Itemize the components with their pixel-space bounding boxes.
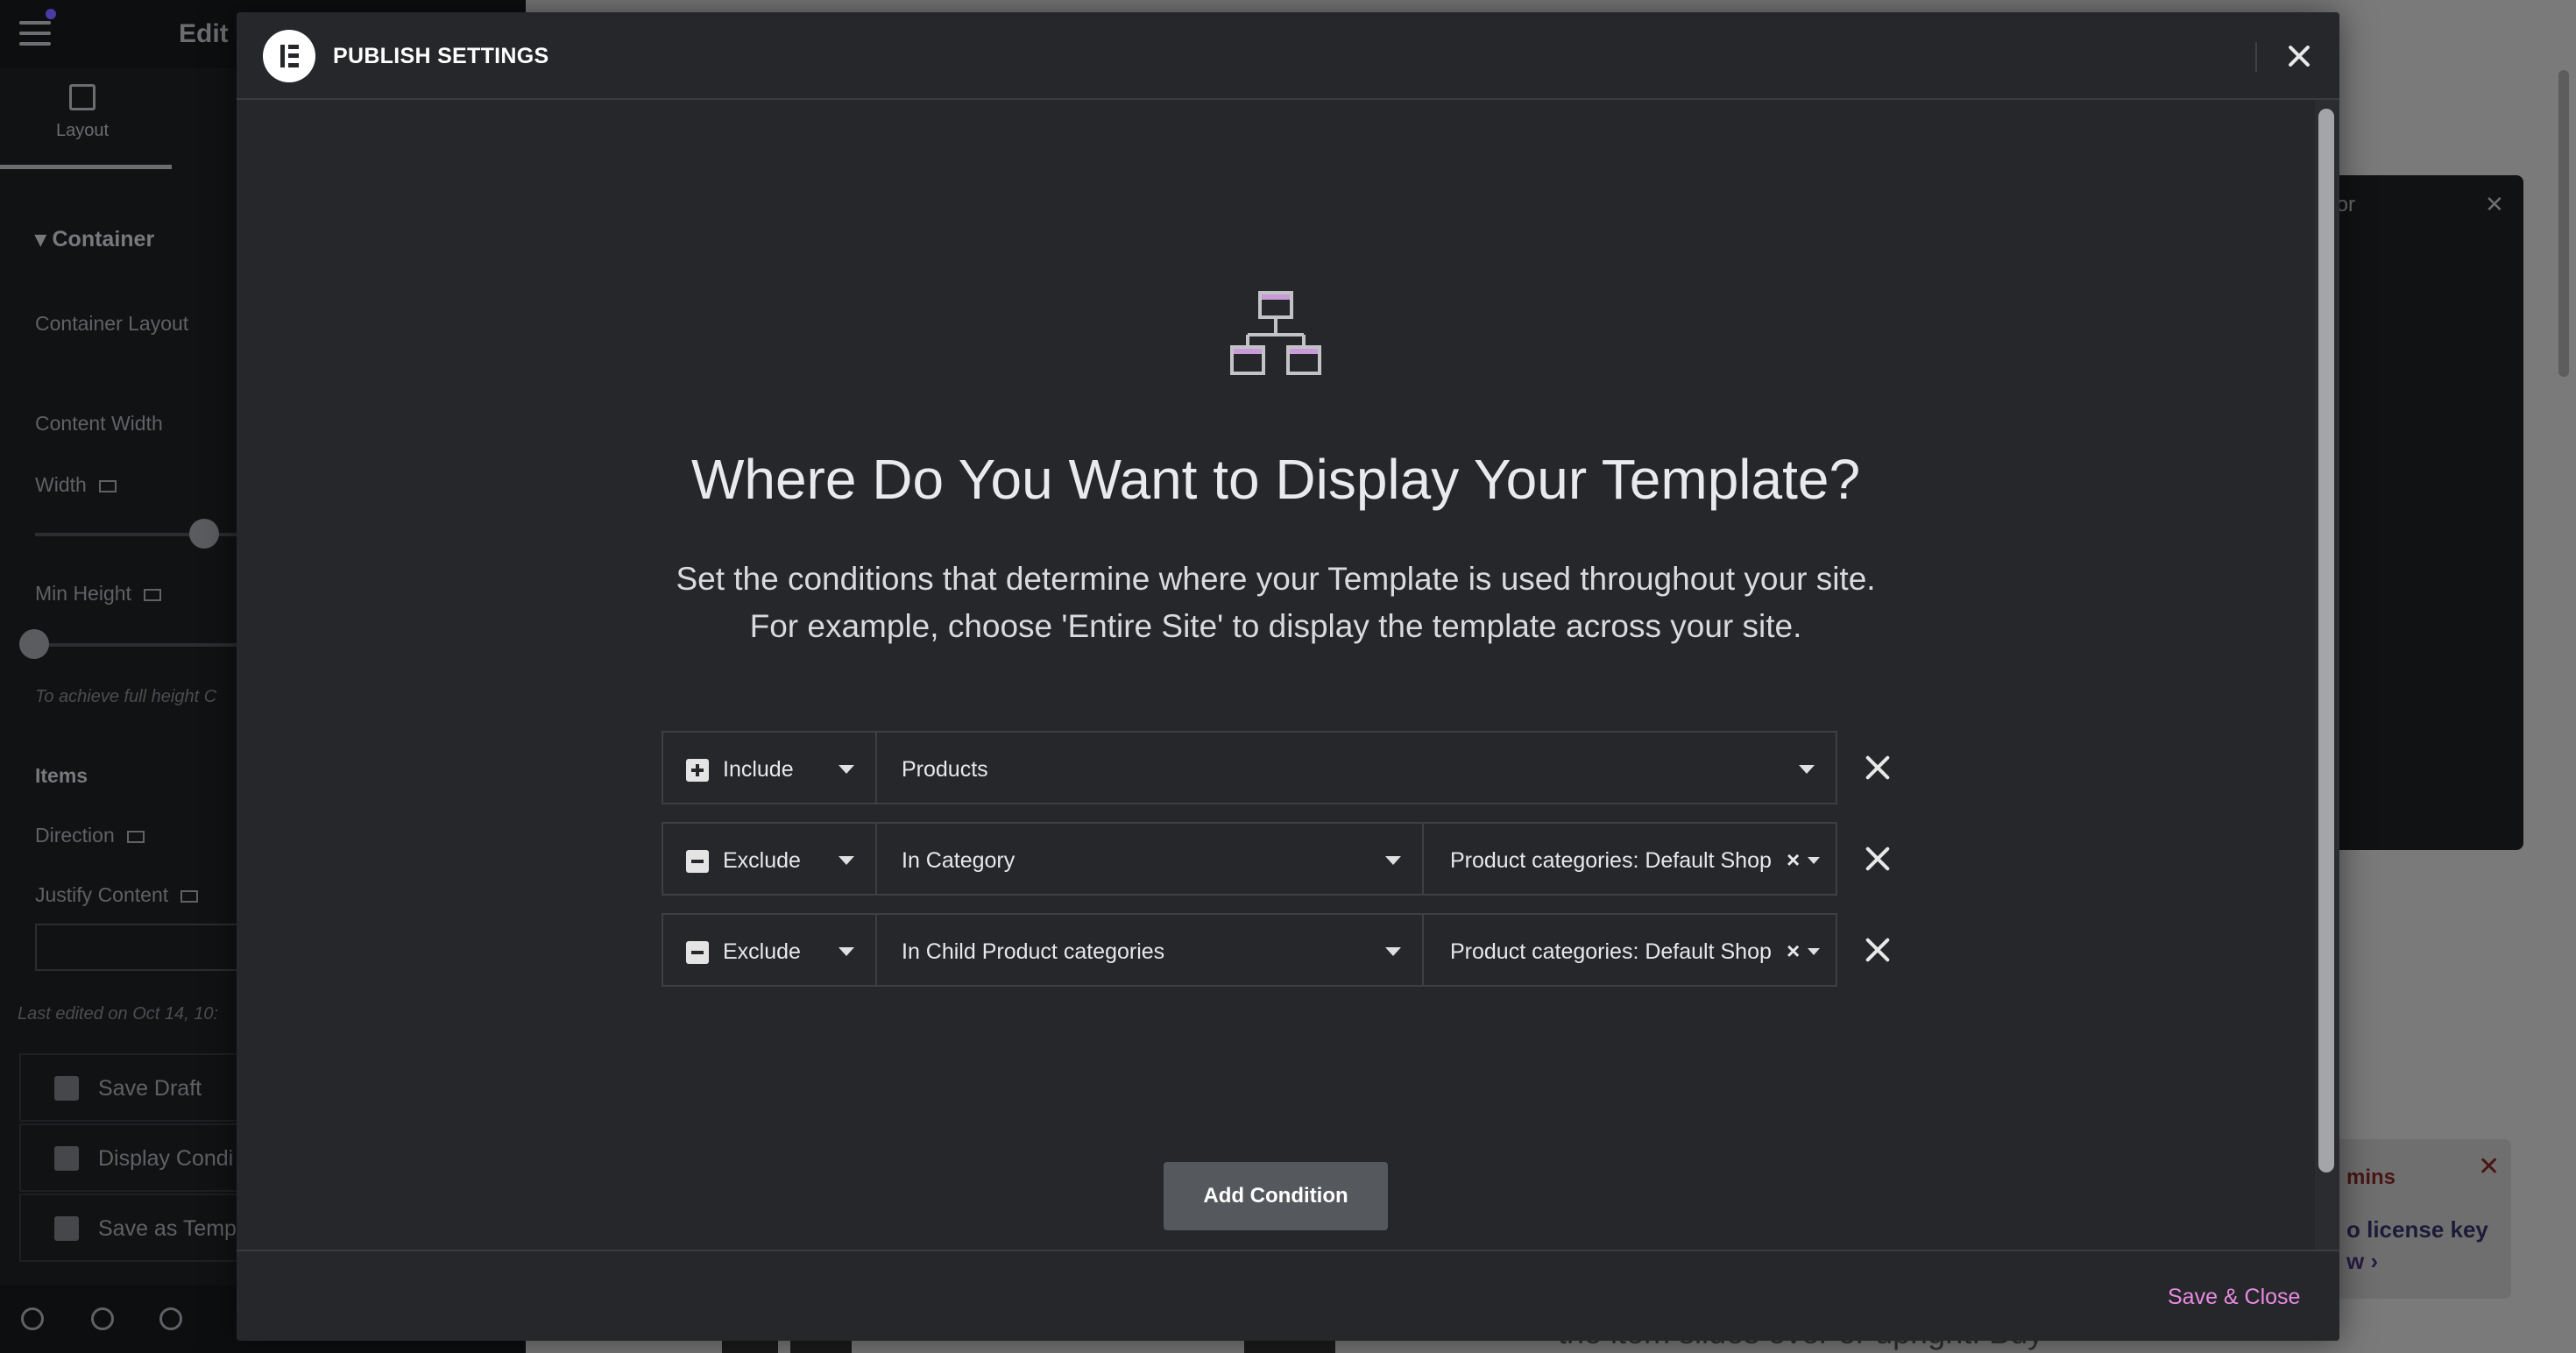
navigator-close-icon[interactable]: ✕ (2485, 191, 2504, 218)
active-tab-indicator (0, 165, 172, 169)
condition-type-select[interactable]: Exclude (662, 822, 877, 896)
subtitle-line-2: For example, choose 'Entire Site' to dis… (749, 608, 1802, 644)
plus-square-icon (686, 759, 709, 782)
display-conditions-button[interactable]: Display Condi (19, 1123, 247, 1192)
remove-condition-button[interactable] (1858, 748, 1897, 787)
page-scrollbar[interactable] (2558, 70, 2569, 377)
save-icon (54, 1076, 79, 1101)
publish-settings-modal: PUBLISH SETTINGS Where Do You Want to Di… (237, 12, 2339, 1341)
condition-sub-select[interactable]: Product categories: Default Shop × (1422, 822, 1837, 896)
tab-layout[interactable]: Layout (56, 84, 109, 141)
condition-rule-select[interactable]: In Category (875, 822, 1424, 896)
condition-sub-value: Product categories: Default Shop (1450, 939, 1772, 964)
modal-header-title: PUBLISH SETTINGS (333, 44, 549, 68)
license-notice: mins ✕ o license key w › (2331, 1139, 2511, 1299)
condition-type-select[interactable]: Exclude (662, 913, 877, 987)
min-height-label: Min Height (35, 582, 161, 606)
notice-close-icon[interactable]: ✕ (2478, 1151, 2500, 1182)
add-condition-button[interactable]: Add Condition (1164, 1162, 1388, 1230)
width-label: Width (35, 473, 117, 497)
section-heading-container[interactable]: ▾ Container (35, 226, 154, 252)
chevron-down-icon (1385, 856, 1401, 865)
desktop-icon (180, 889, 199, 903)
layers-icon[interactable] (91, 1307, 114, 1330)
condition-type-value: Exclude (723, 939, 801, 964)
layout-icon (69, 84, 96, 110)
full-height-hint: To achieve full height C (35, 687, 217, 706)
history-icon[interactable] (159, 1307, 182, 1330)
direction-label: Direction (35, 824, 145, 847)
container-layout-label: Container Layout (35, 312, 189, 335)
condition-type-value: Exclude (723, 848, 801, 873)
display-conditions-label: Display Condi (98, 1146, 234, 1171)
min-height-slider-track[interactable] (35, 643, 238, 647)
canvas-block (722, 1341, 778, 1353)
modal-body: Where Do You Want to Display Your Templa… (237, 100, 2315, 1262)
canvas-block (790, 1341, 852, 1353)
modal-header: PUBLISH SETTINGS (237, 12, 2339, 100)
chevron-down-icon (1808, 857, 1820, 864)
min-height-slider-handle[interactable] (19, 629, 49, 659)
chevron-down-icon (839, 856, 854, 865)
condition-rule-value: In Child Product categories (902, 939, 1165, 964)
minus-square-icon (686, 850, 709, 873)
condition-rule-select[interactable]: In Child Product categories (875, 913, 1424, 987)
clear-selection-icon[interactable]: × (1787, 847, 1800, 874)
chevron-down-icon (839, 765, 854, 774)
folder-icon (54, 1216, 79, 1241)
header-divider (2255, 42, 2257, 72)
save-as-template-label: Save as Temp (98, 1216, 237, 1241)
remove-condition-button[interactable] (1858, 931, 1897, 969)
elementor-logo-icon (263, 30, 315, 82)
chevron-down-icon (839, 947, 854, 956)
remove-condition-button[interactable] (1858, 839, 1897, 878)
minus-square-icon (686, 941, 709, 964)
chevron-down-icon (1808, 948, 1820, 955)
width-slider-handle[interactable] (189, 519, 219, 549)
condition-type-select[interactable]: Include (662, 731, 877, 804)
tab-layout-label: Layout (56, 121, 110, 140)
save-and-close-button[interactable]: Save & Close (2168, 1285, 2300, 1310)
modal-title: Where Do You Want to Display Your Templa… (690, 448, 1861, 511)
clear-selection-icon[interactable]: × (1787, 938, 1800, 965)
condition-sub-value: Product categories: Default Shop (1450, 848, 1772, 873)
desktop-icon (143, 588, 161, 601)
condition-rule-value: Products (902, 757, 988, 782)
notice-line-2: o license key (2346, 1216, 2488, 1243)
condition-rule-value: In Category (902, 848, 1016, 873)
close-modal-button[interactable] (2278, 35, 2320, 77)
desktop-icon (126, 830, 145, 843)
save-draft-button[interactable]: Save Draft (19, 1053, 247, 1122)
save-draft-label: Save Draft (98, 1076, 202, 1101)
chevron-down-icon (1385, 947, 1401, 956)
settings-icon[interactable] (21, 1307, 44, 1330)
modal-footer: Save & Close (237, 1250, 2339, 1341)
modal-subtitle: Set the conditions that determine where … (237, 556, 2315, 650)
justify-content-label: Justify Content (35, 883, 199, 907)
items-heading: Items (35, 764, 88, 787)
sitemap-icon (1230, 291, 1321, 375)
condition-type-value: Include (723, 757, 794, 782)
notice-link[interactable]: w › (2346, 1248, 2378, 1275)
justify-content-control[interactable] (35, 924, 245, 971)
hamburger-menu-icon[interactable] (19, 21, 51, 46)
notice-line-1: mins (2346, 1165, 2396, 1189)
save-as-template-button[interactable]: Save as Temp (19, 1194, 247, 1262)
content-width-label: Content Width (35, 412, 163, 435)
chevron-down-icon (1799, 765, 1815, 774)
section-heading-label: Container (52, 227, 155, 251)
last-edited-text: Last edited on Oct 14, 10: (18, 1004, 219, 1024)
modal-scrollbar-thumb[interactable] (2318, 109, 2334, 1172)
condition-sub-select[interactable]: Product categories: Default Shop × (1422, 913, 1837, 987)
subtitle-line-1: Set the conditions that determine where … (676, 561, 1876, 597)
condition-rule-select[interactable]: Products (875, 731, 1837, 804)
notification-dot (46, 9, 56, 19)
desktop-icon (98, 479, 117, 492)
sitemap-icon (54, 1146, 79, 1171)
canvas-block (1244, 1341, 1335, 1353)
